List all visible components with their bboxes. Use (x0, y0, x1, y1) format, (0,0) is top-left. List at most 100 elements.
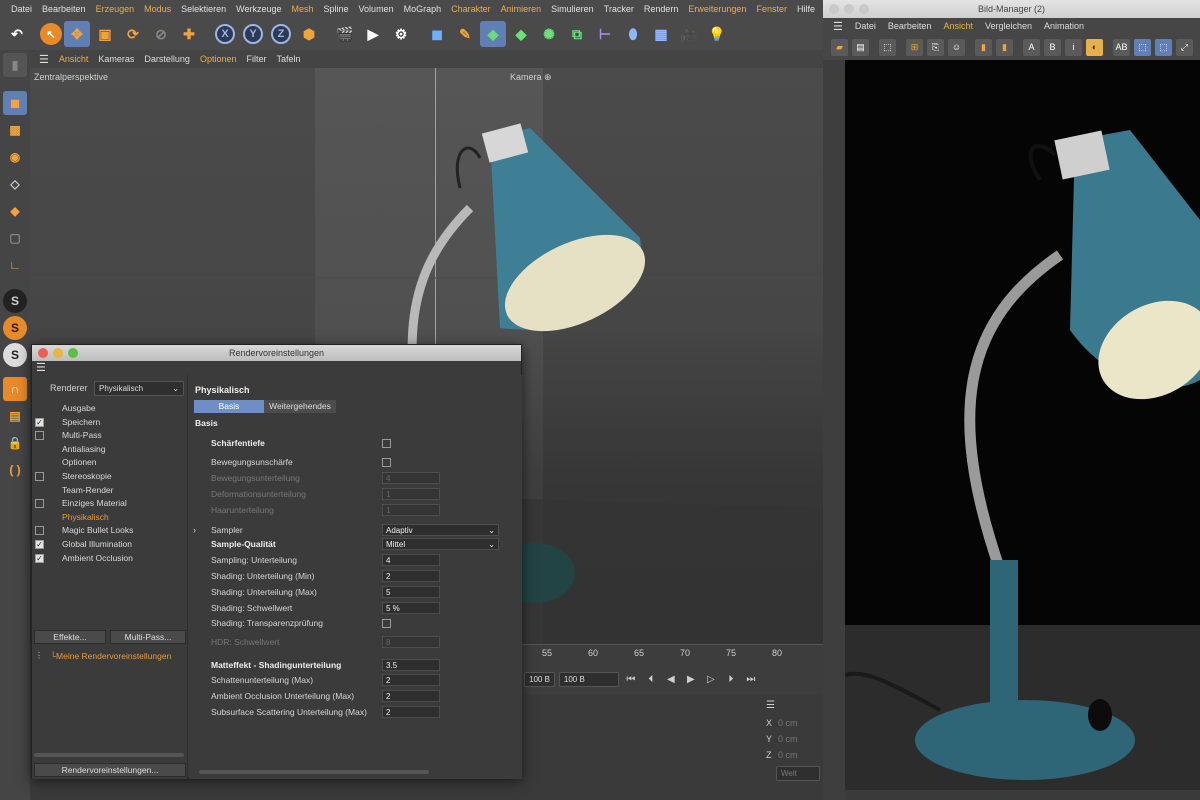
next-keyframe-icon[interactable]: ⏵ (723, 671, 739, 687)
render-settings-icon[interactable]: ⚙ (388, 21, 414, 47)
nav-item-ambient-occlusion[interactable]: Ambient Occlusion (62, 553, 133, 563)
array-icon[interactable]: ◆ (508, 21, 534, 47)
menu-bearbeiten[interactable]: Bearbeiten (37, 4, 91, 14)
save-icon[interactable]: ▤ (852, 38, 869, 56)
fit-view-icon[interactable]: ⬚ (1134, 38, 1151, 56)
zoom-icon[interactable] (859, 4, 869, 14)
scale-tool-icon[interactable]: ▣ (92, 21, 118, 47)
coord-x-value[interactable]: 0 cm (778, 718, 798, 728)
param-value[interactable]: 8 (382, 636, 440, 648)
nav-checkbox[interactable]: ✓ (35, 553, 44, 563)
y-axis-toggle[interactable]: Y (240, 21, 266, 47)
pv-menu-animation[interactable]: Animation (1038, 21, 1090, 31)
prev-keyframe-icon[interactable]: ⏴ (643, 671, 659, 687)
pv-menu-datei[interactable]: Datei (849, 21, 882, 31)
pv-menu-vergleichen[interactable]: Vergleichen (979, 21, 1038, 31)
mograph-icon[interactable]: ⧉ (564, 21, 590, 47)
nav-item-einziges-material[interactable]: Einziges Material (62, 498, 127, 508)
params-scrollbar[interactable] (199, 770, 429, 774)
viewport-menu-ansicht[interactable]: Ansicht (54, 54, 94, 64)
param-value[interactable]: 4 (382, 554, 440, 566)
next-frame-icon[interactable]: ▷ (703, 671, 719, 687)
cloner-icon[interactable]: ✺ (536, 21, 562, 47)
renderer-dropdown[interactable]: Physikalisch ⌄ (94, 381, 184, 396)
make-editable-icon[interactable]: ▮ (3, 53, 27, 77)
menu-volumen[interactable]: Volumen (354, 4, 399, 14)
coord-z-value[interactable]: 0 cm (778, 750, 798, 760)
recent-tool-icon[interactable]: ⊘ (148, 21, 174, 47)
param-value[interactable]: 5 % (382, 602, 440, 614)
dialog-menu-icon[interactable]: ☰ (32, 361, 521, 375)
model-mode-icon[interactable]: ◼ (3, 91, 27, 115)
minimize-icon[interactable] (53, 348, 63, 358)
nav-checkbox[interactable] (35, 499, 44, 509)
user-icon[interactable]: ☺ (948, 38, 965, 56)
info-icon[interactable]: i (1065, 38, 1082, 56)
render-picture-viewer-icon[interactable]: ▶ (360, 21, 386, 47)
param-value[interactable]: 2 (382, 674, 440, 686)
param-value[interactable]: 2 (382, 570, 440, 582)
pv-menu-ansicht[interactable]: Ansicht (937, 21, 979, 31)
menu-selektieren[interactable]: Selektieren (176, 4, 231, 14)
picture-viewer-hamburger-icon[interactable]: ☰ (827, 20, 849, 33)
expand-arrow-icon[interactable]: › (193, 525, 196, 535)
select-tool-icon[interactable]: ↖ (40, 23, 62, 45)
compare-b-icon[interactable]: B (1044, 38, 1061, 56)
bracket-icon[interactable]: ( ) (3, 458, 27, 482)
point-mode-icon[interactable]: ◉ (3, 145, 27, 169)
nav-item-multi-pass[interactable]: Multi-Pass (62, 430, 102, 440)
menu-datei[interactable]: Datei (6, 4, 37, 14)
grid-snap-icon[interactable]: ▤ (3, 404, 27, 428)
close-icon[interactable] (38, 348, 48, 358)
dialog-titlebar[interactable]: Rendervoreinstellungen (32, 345, 521, 361)
stop-icon[interactable]: ▮ (996, 38, 1013, 56)
menu-spline[interactable]: Spline (319, 4, 354, 14)
param-value[interactable]: 3.5 (382, 659, 440, 671)
menu-animieren[interactable]: Animieren (496, 4, 547, 14)
param-value[interactable]: 1 (382, 488, 440, 500)
scene-object-icon[interactable]: ⬮ (620, 21, 646, 47)
uv-mode-icon[interactable]: ▢ (3, 226, 27, 250)
eye-icon[interactable]: ◐ (1086, 38, 1103, 56)
viewport-menu-optionen[interactable]: Optionen (195, 54, 242, 64)
nav-item-ausgabe[interactable]: Ausgabe (62, 403, 96, 413)
menu-simulieren[interactable]: Simulieren (546, 4, 599, 14)
viewport-menu-kameras[interactable]: Kameras (93, 54, 139, 64)
x-axis-toggle[interactable]: X (212, 21, 238, 47)
light-icon[interactable]: 💡 (704, 21, 730, 47)
param-value[interactable]: 2 (382, 706, 440, 718)
prev-frame-icon[interactable]: ◀ (663, 671, 679, 687)
nav-checkbox[interactable] (35, 431, 44, 441)
minimize-icon[interactable] (844, 4, 854, 14)
viewport-menu-darstellung[interactable]: Darstellung (139, 54, 195, 64)
close-icon[interactable] (829, 4, 839, 14)
render-region-icon[interactable]: ⊞ (906, 38, 923, 56)
open-folder-icon[interactable]: ▰ (831, 38, 848, 56)
coordinate-system-icon[interactable]: ⬢ (296, 21, 322, 47)
nav-scrollbar[interactable] (34, 753, 184, 757)
param-checkbox[interactable] (382, 458, 391, 467)
nav-checkbox[interactable] (35, 526, 44, 536)
nav-item-magic-bullet-looks[interactable]: Magic Bullet Looks (62, 525, 133, 535)
timeline-ruler[interactable]: 55 60 65 70 75 80 (520, 644, 823, 664)
nav-item-speichern[interactable]: Speichern (62, 417, 100, 427)
copy-icon[interactable]: ⎘ (927, 38, 944, 56)
menu-charakter[interactable]: Charakter (446, 4, 496, 14)
coord-space-dropdown[interactable]: Welt (776, 766, 820, 781)
nav-checkbox[interactable]: ✓ (35, 417, 44, 427)
viewport-menu-tafeln[interactable]: Tafeln (271, 54, 305, 64)
polygon-mode-icon[interactable]: ◆ (3, 199, 27, 223)
tab-basis[interactable]: Basis (194, 400, 264, 413)
coord-y-value[interactable]: 0 cm (778, 734, 798, 744)
menu-mograph[interactable]: MoGraph (399, 4, 447, 14)
effects-button[interactable]: Effekte... (34, 630, 106, 644)
menu-fenster[interactable]: Fenster (751, 4, 792, 14)
menu-modus[interactable]: Modus (139, 4, 176, 14)
nav-item-antialiasing[interactable]: Antialiasing (62, 444, 105, 454)
go-to-end-icon[interactable]: ⏭ (743, 671, 759, 687)
nav-item-team-render[interactable]: Team-Render (62, 485, 114, 495)
ab-compare-icon[interactable]: AB (1113, 38, 1130, 56)
frame-start-field[interactable]: 100 B (524, 671, 555, 687)
go-to-start-icon[interactable]: ⏮ (623, 671, 639, 687)
lock-icon[interactable]: 🔒 (3, 431, 27, 455)
